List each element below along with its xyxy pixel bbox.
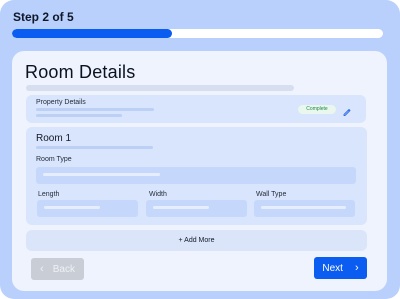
chevron-left-icon: ‹ [40,263,44,275]
property-skeleton-line [36,108,154,111]
progress-bar [12,29,383,38]
wall-type-field[interactable] [254,200,355,217]
input-placeholder [261,206,346,209]
property-skeleton-line [36,114,122,117]
width-field[interactable] [146,200,247,217]
input-placeholder [153,206,209,209]
wizard-frame: Step 2 of 5 Room Details Property Detail… [0,0,400,299]
back-button[interactable]: ‹ Back [31,258,84,280]
width-label: Width [149,191,167,198]
property-details-label: Property Details [36,99,86,106]
progress-fill [12,29,172,38]
page-title: Room Details [25,62,136,82]
input-placeholder [44,206,100,209]
back-button-label: Back [52,263,75,275]
next-button-label: Next [322,262,343,274]
subtitle-placeholder [26,85,294,91]
room-type-label: Room Type [36,156,72,163]
status-badge: Complete [298,105,336,114]
room-section: Room 1 Room Type Length Width Wall Type [26,127,367,225]
wall-type-label: Wall Type [256,191,287,198]
length-label: Length [38,191,60,198]
input-placeholder [43,173,160,176]
pencil-icon[interactable] [342,104,352,116]
room-title: Room 1 [36,133,72,144]
add-more-button[interactable]: + Add More [26,230,367,251]
next-button[interactable]: Next › [314,257,367,279]
chevron-right-icon: › [354,262,359,274]
room-skeleton-line [36,146,153,149]
length-field[interactable] [37,200,138,217]
form-card: Room Details Property Details Complete R… [12,51,387,291]
room-type-field[interactable] [36,167,356,184]
property-details-section[interactable]: Property Details Complete [26,95,366,123]
step-indicator: Step 2 of 5 [13,10,74,24]
